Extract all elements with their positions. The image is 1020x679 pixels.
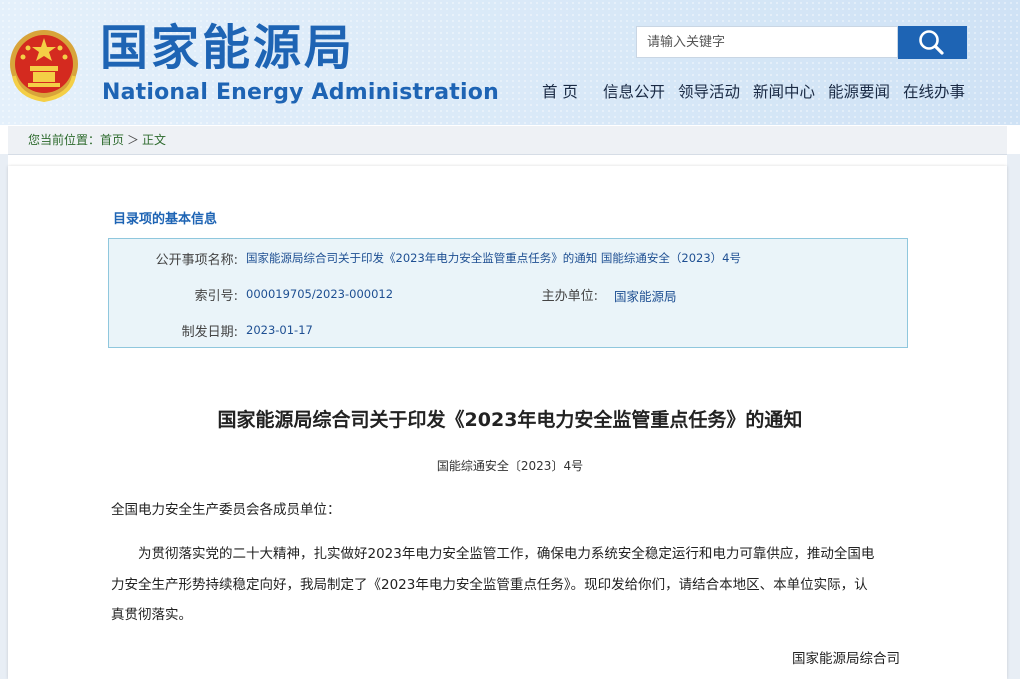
nav-info-public[interactable]: 信息公开 (603, 80, 665, 102)
info-box: 公开事项名称: 国家能源局综合司关于印发《2023年电力安全监管重点任务》的通知… (108, 238, 908, 348)
nav-leader-activities[interactable]: 领导活动 (678, 80, 740, 102)
search-button[interactable] (898, 26, 967, 59)
host-value: 国家能源局 (614, 289, 677, 304)
breadcrumb: 您当前位置： 首页 ＞ 正文 (8, 126, 1007, 155)
index-value: 000019705/2023-000012 (246, 287, 394, 301)
main-nav: 首 页 信息公开 领导活动 新闻中心 能源要闻 在线办事 (0, 80, 1020, 102)
search-input[interactable] (637, 27, 897, 57)
document-body-line-2: 力安全生产形势持续稳定向好，我局制定了《2023年电力安全监管重点任务》。现印发… (111, 577, 868, 593)
document-recipient: 全国电力安全生产委员会各成员单位： (111, 502, 341, 518)
nav-online-services[interactable]: 在线办事 (903, 80, 965, 102)
info-section-title: 目录项的基本信息 (113, 212, 218, 227)
index-label: 索引号: (194, 289, 238, 304)
item-name-label: 公开事项名称: (155, 253, 238, 268)
date-value: 2023-01-17 (246, 323, 313, 337)
host-label: 主办单位: (541, 289, 598, 304)
site-header: 国家能源局 National Energy Administration 首 页… (0, 0, 1020, 125)
date-label: 制发日期: (181, 325, 238, 340)
document-title: 国家能源局综合司关于印发《2023年电力安全监管重点任务》的通知 (217, 409, 803, 431)
breadcrumb-current: 正文 (142, 133, 167, 147)
document-body-line-3: 真贯彻落实。 (111, 607, 192, 623)
nav-news-center[interactable]: 新闻中心 (753, 80, 815, 102)
breadcrumb-label: 您当前位置： (28, 133, 101, 147)
site-title-cn[interactable]: 国家能源局 (100, 18, 355, 78)
nav-home[interactable]: 首 页 (542, 80, 578, 102)
search-icon (919, 30, 944, 55)
nav-energy-news[interactable]: 能源要闻 (828, 80, 890, 102)
document-body-line-1: 为贯彻落实党的二十大精神，扎实做好2023年电力安全监管工作，确保电力系统安全稳… (138, 546, 875, 562)
document-signature: 国家能源局综合司 (792, 651, 900, 667)
breadcrumb-home[interactable]: 首页 (100, 126, 124, 154)
document-number: 国能综通安全〔2023〕4号 (436, 459, 584, 473)
breadcrumb-separator: ＞ (127, 133, 140, 147)
item-name-value: 国家能源局综合司关于印发《2023年电力安全监管重点任务》的通知 国能综通安全（… (246, 251, 742, 265)
search-box (636, 26, 898, 58)
